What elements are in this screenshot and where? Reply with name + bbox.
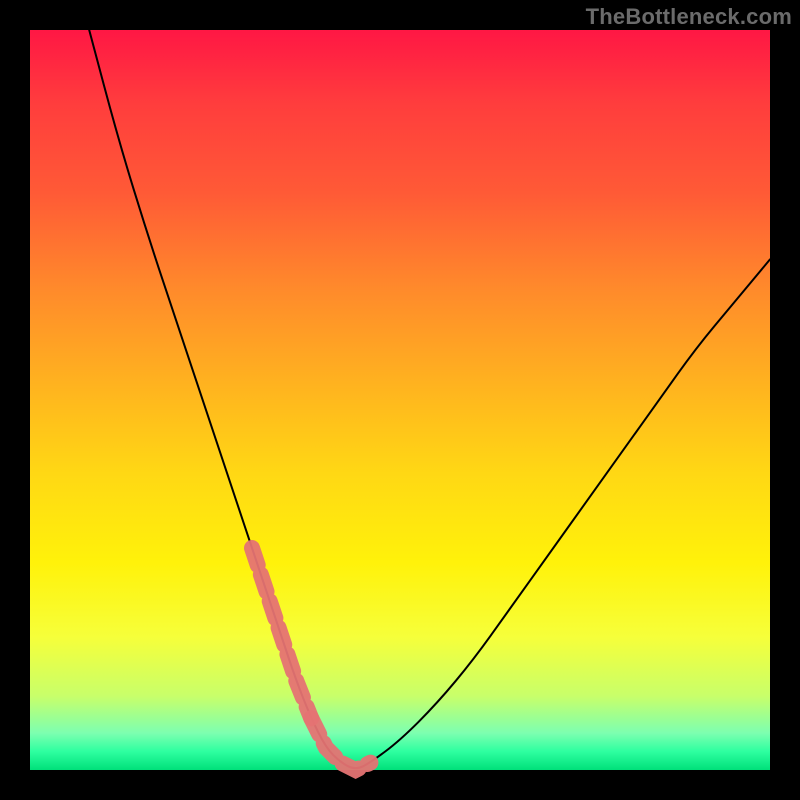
curve-svg <box>30 30 770 770</box>
optimal-markers-floor <box>311 718 370 770</box>
watermark-text: TheBottleneck.com <box>586 4 792 30</box>
plot-area <box>30 30 770 770</box>
chart-stage: TheBottleneck.com <box>0 0 800 800</box>
bottleneck-curve <box>89 30 770 768</box>
optimal-markers-left <box>252 548 311 718</box>
